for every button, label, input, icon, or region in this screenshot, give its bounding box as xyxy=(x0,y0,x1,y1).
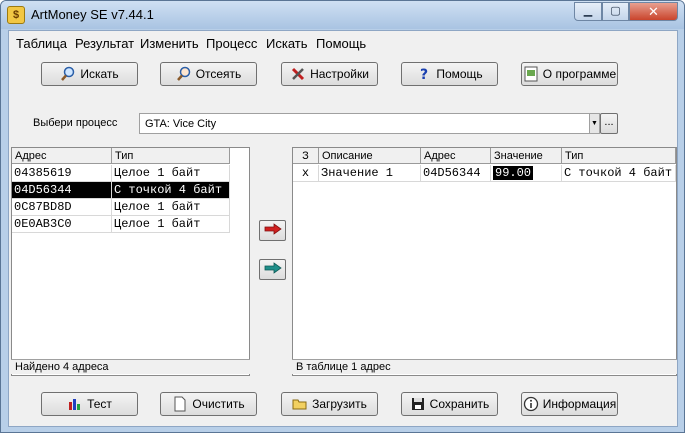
process-label: Выбери процесс xyxy=(33,117,118,129)
info-document-icon xyxy=(523,66,539,82)
filter-button[interactable]: Отсеять xyxy=(160,62,257,86)
save-button[interactable]: Сохранить xyxy=(401,392,498,416)
right-row-1-type[interactable]: С точкой 4 байт xyxy=(562,165,676,182)
right-header-address[interactable]: Адрес xyxy=(421,148,491,164)
right-header-description[interactable]: Описание xyxy=(319,148,421,164)
client-area: Таблица Результат Изменить Процесс Искат… xyxy=(8,30,678,427)
right-row-1-value[interactable]: 99.00 xyxy=(491,165,562,182)
app-window: $ ArtMoney SE v7.44.1 ▁ ▢ ✕ Таблица Резу… xyxy=(0,0,685,433)
arrow-right-red-icon xyxy=(264,223,282,238)
about-button-label: О программе xyxy=(542,67,617,81)
menu-search[interactable]: Искать xyxy=(266,36,308,51)
left-row-3-address[interactable]: 0C87BD8D xyxy=(12,199,112,216)
test-button-label: Тест xyxy=(87,397,112,411)
process-more-button[interactable]: ... xyxy=(600,113,618,134)
add-to-table-button[interactable] xyxy=(259,220,286,241)
menu-edit[interactable]: Изменить xyxy=(140,36,199,51)
filter-button-label: Отсеять xyxy=(195,67,242,81)
search-button-label: Искать xyxy=(80,67,119,81)
load-button[interactable]: Загрузить xyxy=(281,392,378,416)
app-logo-icon: $ xyxy=(7,6,25,24)
menu-result[interactable]: Результат xyxy=(75,36,134,51)
info-circle-icon xyxy=(523,396,539,412)
clear-button-label: Очистить xyxy=(192,397,245,411)
left-header-address[interactable]: Адрес xyxy=(12,148,112,164)
search-button[interactable]: Искать xyxy=(41,62,138,86)
right-header-freeze[interactable]: З xyxy=(293,148,319,164)
value-edit-field[interactable]: 99.00 xyxy=(493,166,534,180)
bar-chart-icon xyxy=(67,396,83,412)
magnifier-filter-icon xyxy=(176,66,192,82)
minimize-button[interactable]: ▁ xyxy=(574,2,602,21)
right-row-1-address[interactable]: 04D56344 xyxy=(421,165,491,182)
right-header-value[interactable]: Значение xyxy=(491,148,562,164)
info-button[interactable]: Информация xyxy=(521,392,618,416)
left-row-1-type[interactable]: Целое 1 байт xyxy=(112,165,230,182)
left-row-4-type[interactable]: Целое 1 байт xyxy=(112,216,230,233)
menu-table[interactable]: Таблица xyxy=(16,36,67,51)
open-folder-icon xyxy=(292,396,308,412)
load-button-label: Загрузить xyxy=(312,397,367,411)
left-row-2-address[interactable]: 04D56344 xyxy=(12,182,112,199)
svg-text:?: ? xyxy=(420,67,428,82)
right-header-type[interactable]: Тип xyxy=(562,148,676,164)
left-row-3-type[interactable]: Целое 1 байт xyxy=(112,199,230,216)
floppy-disk-icon xyxy=(410,396,426,412)
right-row-1-freeze[interactable]: x xyxy=(293,165,319,182)
process-select-value: GTA: Vice City xyxy=(145,118,217,130)
left-row-2-type[interactable]: С точкой 4 байт xyxy=(112,182,230,199)
close-button[interactable]: ✕ xyxy=(629,2,678,21)
left-row-4-address[interactable]: 0E0AB3C0 xyxy=(12,216,112,233)
question-icon: ? xyxy=(416,66,432,82)
tools-icon xyxy=(290,66,306,82)
menu-process[interactable]: Процесс xyxy=(206,36,257,51)
settings-button-label: Настройки xyxy=(310,67,369,81)
info-button-label: Информация xyxy=(542,397,617,411)
found-addresses-list[interactable]: Адрес Тип 04385619 Целое 1 байт 04D56344… xyxy=(11,147,250,376)
menu-bar: Таблица Результат Изменить Процесс Искат… xyxy=(9,33,677,53)
magnifier-icon xyxy=(60,66,76,82)
about-button[interactable]: О программе xyxy=(521,62,618,86)
window-title: ArtMoney SE v7.44.1 xyxy=(31,7,154,22)
maximize-button[interactable]: ▢ xyxy=(602,2,629,21)
process-dropdown-arrow[interactable]: ▼ xyxy=(589,113,600,134)
add-all-to-table-button[interactable] xyxy=(259,259,286,280)
process-select[interactable]: GTA: Vice City xyxy=(139,113,600,134)
address-table[interactable]: З Описание Адрес Значение Тип x Значение… xyxy=(292,147,677,376)
help-button[interactable]: ? Помощь xyxy=(401,62,498,86)
blank-page-icon xyxy=(172,396,188,412)
right-row-1-description[interactable]: Значение 1 xyxy=(319,165,421,182)
help-button-label: Помощь xyxy=(436,67,483,81)
menu-help[interactable]: Помощь xyxy=(316,36,366,51)
settings-button[interactable]: Настройки xyxy=(281,62,378,86)
save-button-label: Сохранить xyxy=(429,397,490,411)
arrow-right-teal-icon xyxy=(264,262,282,277)
left-header-type[interactable]: Тип xyxy=(112,148,230,164)
title-bar[interactable]: $ ArtMoney SE v7.44.1 ▁ ▢ ✕ xyxy=(1,1,684,29)
left-row-1-address[interactable]: 04385619 xyxy=(12,165,112,182)
right-status: В таблице 1 адрес xyxy=(292,359,677,374)
test-button[interactable]: Тест xyxy=(41,392,138,416)
clear-button[interactable]: Очистить xyxy=(160,392,257,416)
left-status: Найдено 4 адреса xyxy=(11,359,250,374)
